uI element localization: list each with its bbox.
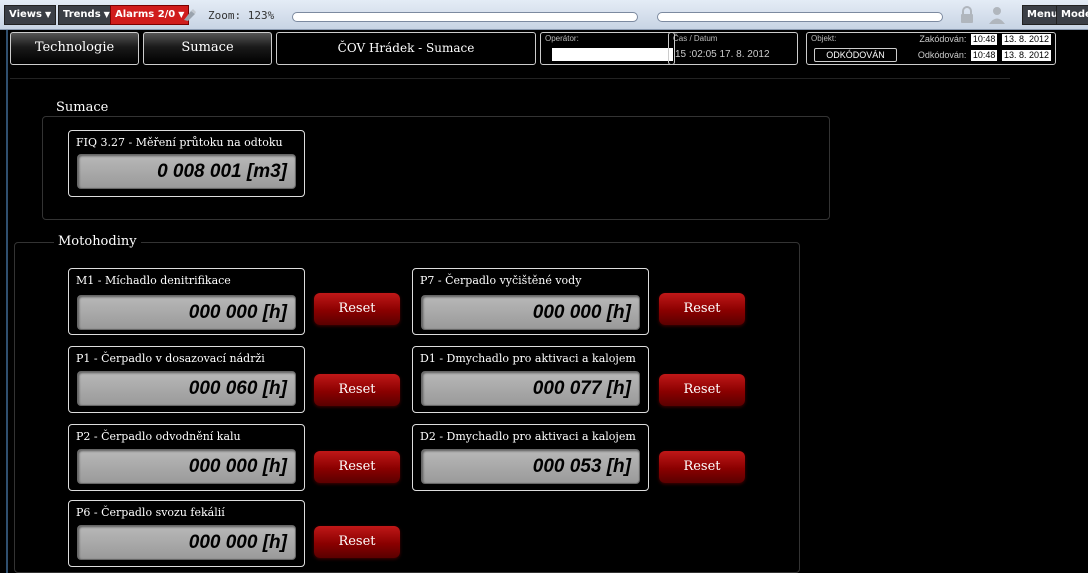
datetime-box: Čas / Datum 15 :02:05 17. 8. 2012: [668, 32, 798, 65]
meter-p7: P7 - Čerpadlo vyčištěné vody 000 000 [h]: [412, 268, 649, 335]
meter-value: 000 060 [h]: [77, 371, 296, 406]
meter-value: 000 000 [h]: [77, 295, 296, 330]
user-icon[interactable]: [987, 5, 1007, 25]
meter-d2: D2 - Dmychadlo pro aktivaci a kalojem 00…: [412, 424, 649, 491]
reset-button-p6[interactable]: Reset: [314, 526, 400, 558]
meter-d1: D1 - Dmychadlo pro aktivaci a kalojem 00…: [412, 346, 649, 413]
meter-m1: M1 - Míchadlo denitrifikace 000 000 [h]: [68, 268, 305, 335]
encoded-time: 10:48: [970, 34, 998, 45]
decoded-date: 13. 8. 2012: [1001, 50, 1051, 61]
object-label: Objekt:: [811, 34, 837, 43]
decoded-row: Odkódován: 10:48 13. 8. 2012: [918, 50, 1051, 61]
reset-button-p1[interactable]: Reset: [314, 374, 400, 406]
reset-button-m1[interactable]: Reset: [314, 293, 400, 325]
encoded-date: 13. 8. 2012: [1001, 34, 1051, 45]
reset-button-d1[interactable]: Reset: [659, 374, 745, 406]
operator-label: Operátor:: [545, 34, 579, 43]
views-label: Views: [9, 9, 42, 20]
meter-value: 000 000 [h]: [421, 295, 640, 330]
operator-field[interactable]: [552, 48, 673, 61]
datetime-value: 15 :02:05 17. 8. 2012: [675, 49, 770, 60]
alarms-label: Alarms 2/0: [115, 9, 176, 20]
chevron-down-icon: ▼: [44, 10, 52, 19]
header-divider: [10, 78, 1010, 79]
operator-box: Operátor:: [540, 32, 675, 65]
zoom-icon[interactable]: [183, 8, 197, 22]
lock-icon[interactable]: [957, 5, 977, 25]
meter-label: M1 - Míchadlo denitrifikace: [76, 274, 231, 287]
meter-value: 000 000 [h]: [77, 525, 296, 560]
tab-technologie[interactable]: Technologie: [10, 32, 139, 65]
zoom-level-text: Zoom: 123%: [208, 9, 275, 22]
trends-menu-button[interactable]: Trends ▼: [58, 5, 115, 25]
page-title: ČOV Hrádek - Sumace: [276, 32, 536, 65]
object-status-text: ODKÓDOVÁN: [826, 50, 885, 60]
meter-label: P7 - Čerpadlo vyčištěné vody: [420, 274, 582, 287]
encoded-row: Zakódován: 10:48 13. 8. 2012: [919, 34, 1051, 45]
decoded-time: 10:48: [970, 50, 998, 61]
tab-sumace-label: Sumace: [181, 40, 234, 55]
sumace-section-title: Sumace: [56, 100, 109, 115]
tab-sumace[interactable]: Sumace: [143, 32, 272, 65]
decoded-label: Odkódován:: [917, 50, 967, 60]
zoom-slider[interactable]: [292, 12, 638, 22]
alarms-menu-button[interactable]: Alarms 2/0 ▼: [110, 5, 190, 25]
tab-technologie-label: Technologie: [34, 40, 115, 55]
motohodiny-section-title: Motohodiny: [54, 234, 141, 249]
menu-label: Menu: [1027, 9, 1058, 20]
encoded-label: Zakódován:: [919, 34, 967, 44]
mode-label: Mode: [1061, 9, 1088, 20]
meter-label: P1 - Čerpadlo v dosazovací nádrži: [76, 352, 265, 365]
reset-button-p2[interactable]: Reset: [314, 451, 400, 483]
mode-button[interactable]: Mode: [1056, 5, 1088, 25]
meter-label: FIQ 3.27 - Měření průtoku na odtoku: [76, 136, 283, 149]
views-menu-button[interactable]: Views ▼: [4, 5, 57, 25]
meter-value: 000 000 [h]: [77, 449, 296, 484]
top-toolbar: Views ▼ Trends ▼ Alarms 2/0 ▼ Zoom: 123% Me…: [0, 0, 1088, 30]
pan-slider[interactable]: [657, 12, 943, 22]
meter-value: 0 008 001 [m3]: [77, 154, 296, 189]
meter-value: 000 077 [h]: [421, 371, 640, 406]
meter-p1: P1 - Čerpadlo v dosazovací nádrži 000 06…: [68, 346, 305, 413]
meter-value: 000 053 [h]: [421, 449, 640, 484]
datetime-label: Čas / Datum: [673, 34, 718, 43]
object-box: Objekt: ODKÓDOVÁN Zakódován: 10:48 13. 8…: [806, 32, 1056, 65]
chevron-down-icon: ▼: [103, 10, 110, 19]
meter-p6: P6 - Čerpadlo svozu fekálií 000 000 [h]: [68, 500, 305, 567]
reset-button-d2[interactable]: Reset: [659, 451, 745, 483]
reset-button-p7[interactable]: Reset: [659, 293, 745, 325]
meter-label: D2 - Dmychadlo pro aktivaci a kalojem: [420, 430, 636, 443]
object-status-badge: ODKÓDOVÁN: [814, 48, 897, 62]
trends-label: Trends: [63, 9, 101, 20]
page-title-text: ČOV Hrádek - Sumace: [337, 41, 475, 55]
meter-p2: P2 - Čerpadlo odvodnění kalu 000 000 [h]: [68, 424, 305, 491]
meter-label: P6 - Čerpadlo svozu fekálií: [76, 506, 225, 519]
meter-fiq-3-27: FIQ 3.27 - Měření průtoku na odtoku 0 00…: [68, 130, 305, 197]
meter-label: P2 - Čerpadlo odvodnění kalu: [76, 430, 241, 443]
meter-label: D1 - Dmychadlo pro aktivaci a kalojem: [420, 352, 636, 365]
